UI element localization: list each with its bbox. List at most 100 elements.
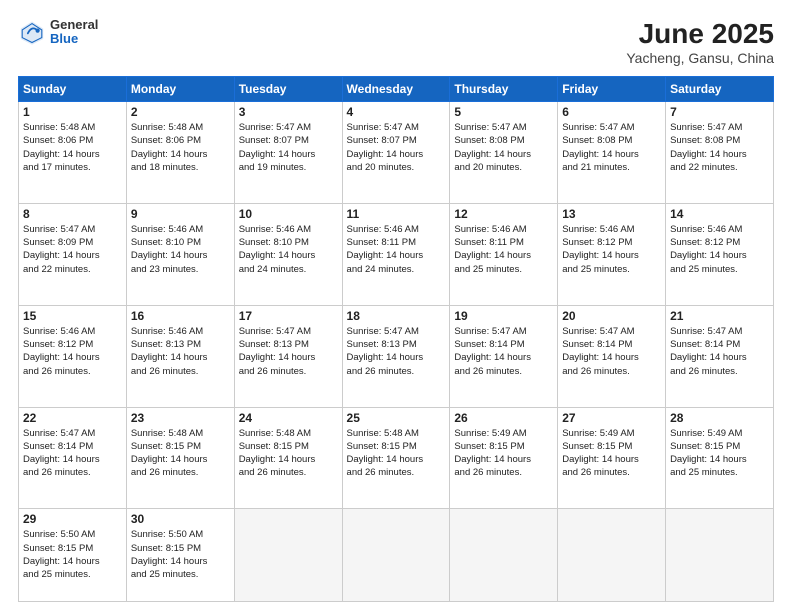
day-info: Sunrise: 5:46 AM Sunset: 8:10 PM Dayligh…: [239, 223, 338, 276]
day-number: 19: [454, 309, 553, 323]
day-info: Sunrise: 5:46 AM Sunset: 8:12 PM Dayligh…: [23, 325, 122, 378]
day-info: Sunrise: 5:46 AM Sunset: 8:11 PM Dayligh…: [454, 223, 553, 276]
day-info: Sunrise: 5:47 AM Sunset: 8:07 PM Dayligh…: [347, 121, 446, 174]
calendar-header: Sunday Monday Tuesday Wednesday Thursday…: [19, 77, 774, 102]
day-number: 24: [239, 411, 338, 425]
calendar-cell: 12 Sunrise: 5:46 AM Sunset: 8:11 PM Dayli…: [450, 203, 558, 305]
calendar-cell: 27 Sunrise: 5:49 AM Sunset: 8:15 PM Dayli…: [558, 407, 666, 509]
day-info: Sunrise: 5:48 AM Sunset: 8:15 PM Dayligh…: [239, 427, 338, 480]
calendar-cell: 18 Sunrise: 5:47 AM Sunset: 8:13 PM Dayli…: [342, 305, 450, 407]
calendar-cell: 22Sunrise: 5:47 AM Sunset: 8:14 PM Dayli…: [19, 407, 127, 509]
day-number: 1: [23, 105, 122, 119]
calendar-week-4: 22Sunrise: 5:47 AM Sunset: 8:14 PM Dayli…: [19, 407, 774, 509]
day-number: 22: [23, 411, 122, 425]
calendar-cell: 24 Sunrise: 5:48 AM Sunset: 8:15 PM Dayli…: [234, 407, 342, 509]
calendar-cell: 17Sunrise: 5:47 AM Sunset: 8:13 PM Dayli…: [234, 305, 342, 407]
calendar-cell: [342, 509, 450, 602]
location: Yacheng, Gansu, China: [626, 50, 774, 66]
calendar-cell: 15 Sunrise: 5:46 AM Sunset: 8:12 PM Dayli…: [19, 305, 127, 407]
day-number: 27: [562, 411, 661, 425]
day-number: 10: [239, 207, 338, 221]
day-info: Sunrise: 5:46 AM Sunset: 8:13 PM Dayligh…: [131, 325, 230, 378]
calendar-cell: 23 Sunrise: 5:48 AM Sunset: 8:15 PM Dayli…: [126, 407, 234, 509]
calendar-cell: 13 Sunrise: 5:46 AM Sunset: 8:12 PM Dayli…: [558, 203, 666, 305]
calendar-cell: 10 Sunrise: 5:46 AM Sunset: 8:10 PM Dayli…: [234, 203, 342, 305]
day-info: Sunrise: 5:46 AM Sunset: 8:11 PM Dayligh…: [347, 223, 446, 276]
day-info: Sunrise: 5:46 AM Sunset: 8:10 PM Dayligh…: [131, 223, 230, 276]
calendar-week-1: 1 Sunrise: 5:48 AM Sunset: 8:06 PM Daylig…: [19, 102, 774, 204]
day-info: Sunrise: 5:49 AM Sunset: 8:15 PM Dayligh…: [454, 427, 553, 480]
calendar-table: Sunday Monday Tuesday Wednesday Thursday…: [18, 76, 774, 602]
calendar-cell: 19 Sunrise: 5:47 AM Sunset: 8:14 PM Dayli…: [450, 305, 558, 407]
day-number: 5: [454, 105, 553, 119]
day-number: 16: [131, 309, 230, 323]
weekday-row: Sunday Monday Tuesday Wednesday Thursday…: [19, 77, 774, 102]
day-info: Sunrise: 5:48 AM Sunset: 8:06 PM Dayligh…: [23, 121, 122, 174]
calendar-cell: 26 Sunrise: 5:49 AM Sunset: 8:15 PM Dayli…: [450, 407, 558, 509]
day-number: 9: [131, 207, 230, 221]
calendar-week-5: 29 Sunrise: 5:50 AM Sunset: 8:15 PM Dayli…: [19, 509, 774, 602]
day-info: Sunrise: 5:48 AM Sunset: 8:06 PM Dayligh…: [131, 121, 230, 174]
day-number: 8: [23, 207, 122, 221]
th-sunday: Sunday: [19, 77, 127, 102]
day-number: 30: [131, 512, 230, 526]
calendar-cell: 21 Sunrise: 5:47 AM Sunset: 8:14 PM Dayli…: [666, 305, 774, 407]
calendar-cell: 9 Sunrise: 5:46 AM Sunset: 8:10 PM Daylig…: [126, 203, 234, 305]
calendar-cell: 1 Sunrise: 5:48 AM Sunset: 8:06 PM Daylig…: [19, 102, 127, 204]
day-info: Sunrise: 5:47 AM Sunset: 8:08 PM Dayligh…: [454, 121, 553, 174]
day-info: Sunrise: 5:47 AM Sunset: 8:08 PM Dayligh…: [562, 121, 661, 174]
day-number: 13: [562, 207, 661, 221]
logo-text: General Blue: [50, 18, 98, 47]
calendar-cell: 8Sunrise: 5:47 AM Sunset: 8:09 PM Daylig…: [19, 203, 127, 305]
day-number: 7: [670, 105, 769, 119]
day-info: Sunrise: 5:49 AM Sunset: 8:15 PM Dayligh…: [670, 427, 769, 480]
logo: General Blue: [18, 18, 98, 47]
day-number: 29: [23, 512, 122, 526]
day-info: Sunrise: 5:47 AM Sunset: 8:08 PM Dayligh…: [670, 121, 769, 174]
calendar-cell: [450, 509, 558, 602]
th-saturday: Saturday: [666, 77, 774, 102]
day-info: Sunrise: 5:47 AM Sunset: 8:14 PM Dayligh…: [562, 325, 661, 378]
calendar-body: 1 Sunrise: 5:48 AM Sunset: 8:06 PM Daylig…: [19, 102, 774, 602]
day-number: 12: [454, 207, 553, 221]
day-number: 11: [347, 207, 446, 221]
calendar-cell: 5 Sunrise: 5:47 AM Sunset: 8:08 PM Daylig…: [450, 102, 558, 204]
day-info: Sunrise: 5:48 AM Sunset: 8:15 PM Dayligh…: [347, 427, 446, 480]
calendar-cell: [666, 509, 774, 602]
day-number: 4: [347, 105, 446, 119]
day-number: 6: [562, 105, 661, 119]
day-number: 17: [239, 309, 338, 323]
header: General Blue June 2025 Yacheng, Gansu, C…: [18, 18, 774, 66]
th-monday: Monday: [126, 77, 234, 102]
calendar-cell: 6 Sunrise: 5:47 AM Sunset: 8:08 PM Daylig…: [558, 102, 666, 204]
day-number: 18: [347, 309, 446, 323]
day-info: Sunrise: 5:48 AM Sunset: 8:15 PM Dayligh…: [131, 427, 230, 480]
calendar-cell: 7 Sunrise: 5:47 AM Sunset: 8:08 PM Daylig…: [666, 102, 774, 204]
day-number: 23: [131, 411, 230, 425]
day-info: Sunrise: 5:46 AM Sunset: 8:12 PM Dayligh…: [562, 223, 661, 276]
calendar-cell: 30 Sunrise: 5:50 AM Sunset: 8:15 PM Dayli…: [126, 509, 234, 602]
day-info: Sunrise: 5:47 AM Sunset: 8:14 PM Dayligh…: [670, 325, 769, 378]
calendar-cell: 2 Sunrise: 5:48 AM Sunset: 8:06 PM Daylig…: [126, 102, 234, 204]
calendar-cell: 16 Sunrise: 5:46 AM Sunset: 8:13 PM Dayli…: [126, 305, 234, 407]
day-info: Sunrise: 5:47 AM Sunset: 8:13 PM Dayligh…: [347, 325, 446, 378]
day-info: Sunrise: 5:47 AM Sunset: 8:14 PM Dayligh…: [454, 325, 553, 378]
day-number: 2: [131, 105, 230, 119]
calendar-cell: [558, 509, 666, 602]
day-info: Sunrise: 5:46 AM Sunset: 8:12 PM Dayligh…: [670, 223, 769, 276]
day-number: 15: [23, 309, 122, 323]
day-number: 21: [670, 309, 769, 323]
logo-blue-text: Blue: [50, 32, 98, 46]
day-number: 25: [347, 411, 446, 425]
day-number: 20: [562, 309, 661, 323]
day-info: Sunrise: 5:49 AM Sunset: 8:15 PM Dayligh…: [562, 427, 661, 480]
th-tuesday: Tuesday: [234, 77, 342, 102]
logo-general-text: General: [50, 18, 98, 32]
day-info: Sunrise: 5:50 AM Sunset: 8:15 PM Dayligh…: [131, 528, 230, 581]
calendar-cell: 20 Sunrise: 5:47 AM Sunset: 8:14 PM Dayli…: [558, 305, 666, 407]
logo-icon: [18, 18, 46, 46]
calendar-cell: 28Sunrise: 5:49 AM Sunset: 8:15 PM Dayli…: [666, 407, 774, 509]
day-number: 26: [454, 411, 553, 425]
page: General Blue June 2025 Yacheng, Gansu, C…: [0, 0, 792, 612]
th-thursday: Thursday: [450, 77, 558, 102]
